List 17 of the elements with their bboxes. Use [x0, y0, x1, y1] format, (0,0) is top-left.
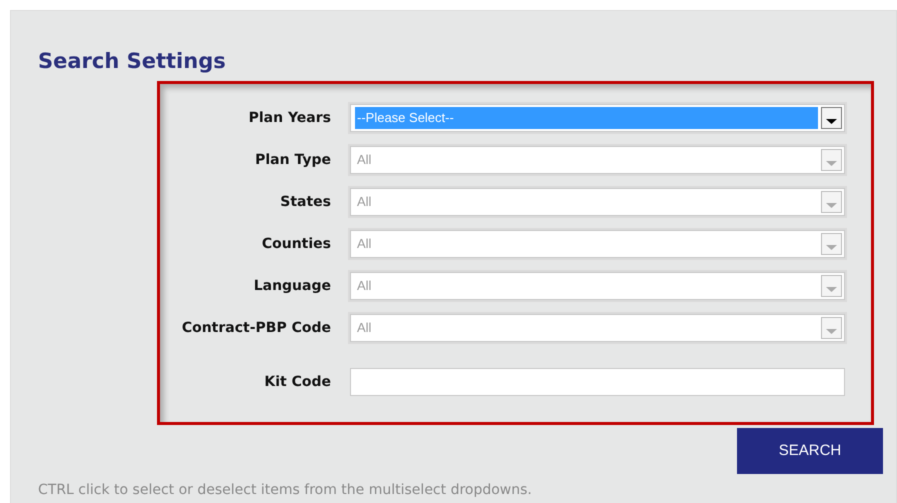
field-label: Language	[252, 276, 331, 296]
input-field[interactable]	[350, 368, 845, 396]
field-label: Counties	[260, 234, 331, 254]
dropdown[interactable]: All	[350, 146, 845, 174]
dropdown[interactable]: All	[350, 314, 845, 342]
section-title: Search Settings	[38, 49, 227, 74]
hint-text: CTRL click to select or deselect items from the multiselect dropdowns.	[38, 481, 533, 500]
dropdown[interactable]: All	[350, 188, 845, 216]
search-button[interactable]: SEARCH	[737, 428, 883, 474]
field-label: Plan Years	[248, 108, 331, 128]
field-label: Kit Code	[263, 372, 331, 392]
field-label: Contract-PBP Code	[180, 318, 331, 338]
dropdown[interactable]: All	[350, 230, 845, 258]
dropdown[interactable]: All	[350, 272, 845, 300]
dropdown[interactable]: --Please Select--	[350, 104, 845, 132]
field-label: States	[279, 192, 331, 212]
field-label: Plan Type	[254, 150, 331, 170]
